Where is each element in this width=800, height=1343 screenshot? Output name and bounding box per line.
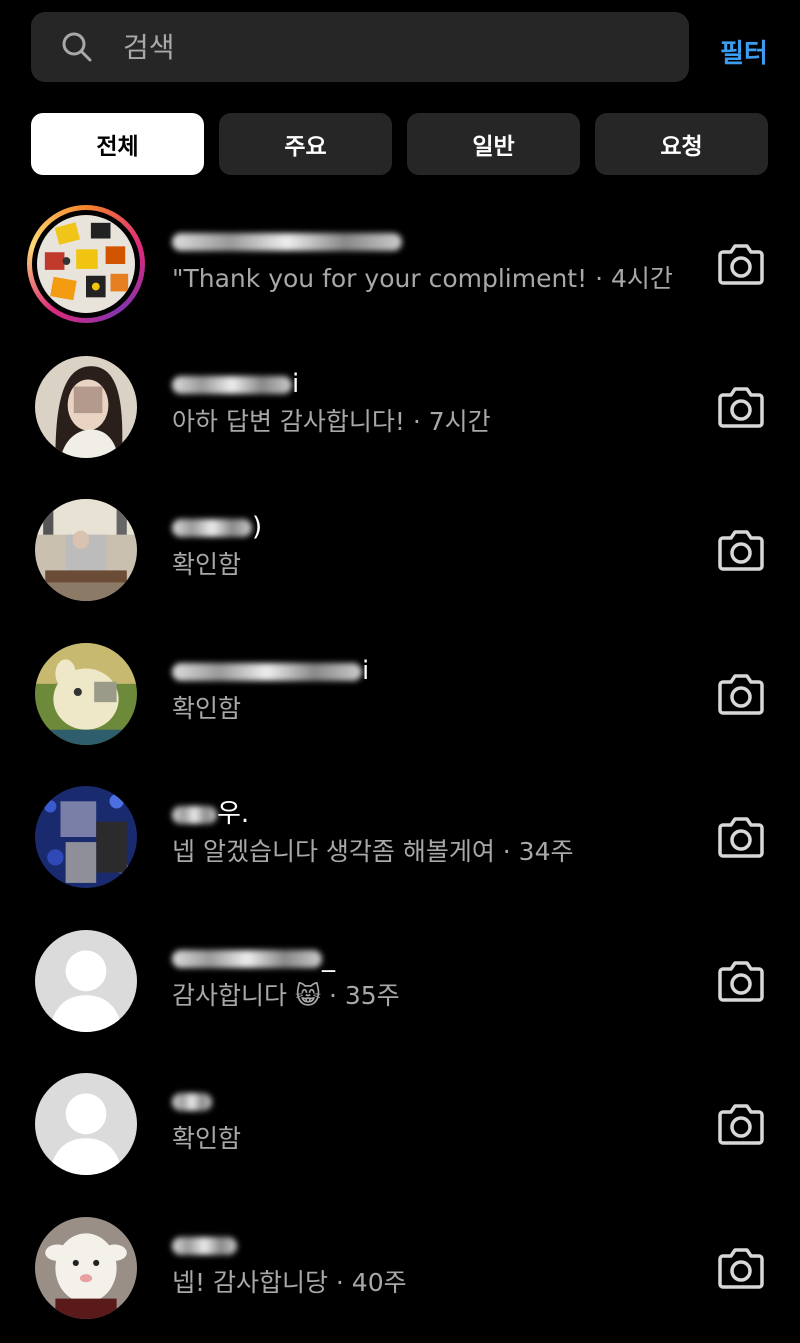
thread-preview: 확인함 [172, 550, 242, 579]
thread-name: 우. [172, 797, 249, 831]
thread-name [172, 1084, 212, 1118]
search-icon [62, 32, 92, 62]
camera-icon[interactable] [717, 242, 765, 286]
avatar[interactable] [35, 1217, 137, 1319]
thread-row[interactable]: i 아하 답변 감사합니다! · 7시간 [0, 339, 800, 482]
avatar[interactable] [35, 786, 137, 888]
camera-icon[interactable] [717, 959, 765, 1003]
thread-preview: 아하 답변 감사합니다! · 7시간 [172, 407, 491, 436]
thread-preview: 넵 알겠습니다 생각좀 해볼게여 · 34주 [172, 837, 574, 866]
camera-icon[interactable] [717, 1246, 765, 1290]
thread-row[interactable]: 넵! 감사합니당 · 40주 [0, 1200, 800, 1343]
camera-icon[interactable] [717, 1102, 765, 1146]
avatar-photo [35, 643, 137, 745]
tab-general[interactable]: 일반 [407, 113, 580, 175]
thread-name [172, 1228, 237, 1262]
avatar-photo [35, 1217, 137, 1319]
avatar-photo [35, 499, 137, 601]
avatar-photo [37, 215, 135, 313]
camera-icon[interactable] [717, 385, 765, 429]
tab-primary[interactable]: 주요 [219, 113, 392, 175]
thread-name [172, 224, 402, 258]
avatar[interactable] [35, 930, 137, 1032]
avatar[interactable] [35, 356, 137, 458]
search-input[interactable] [123, 12, 663, 82]
thread-name: i [172, 654, 369, 688]
thread-row[interactable]: 확인함 [0, 1056, 800, 1199]
filter-tabs: 전체 주요 일반 요청 [31, 113, 768, 175]
tab-requests[interactable]: 요청 [595, 113, 768, 175]
thread-preview: 확인함 [172, 1124, 242, 1153]
default-avatar-icon [35, 1073, 137, 1175]
thread-name: ) [172, 510, 262, 544]
camera-icon[interactable] [717, 528, 765, 572]
search-bar[interactable] [31, 12, 689, 82]
thread-name: i [172, 367, 299, 401]
camera-icon[interactable] [717, 815, 765, 859]
avatar[interactable] [35, 643, 137, 745]
thread-row[interactable]: 우. 넵 알겠습니다 생각좀 해볼게여 · 34주 [0, 769, 800, 912]
thread-row[interactable]: "Thank you for your compliment! · 4시간 [0, 196, 800, 339]
thread-row[interactable]: i 확인함 [0, 626, 800, 769]
avatar-photo [35, 786, 137, 888]
camera-icon[interactable] [717, 672, 765, 716]
thread-row[interactable]: ) 확인함 [0, 482, 800, 625]
thread-preview: 넵! 감사합니당 · 40주 [172, 1268, 407, 1297]
thread-preview: 확인함 [172, 694, 242, 723]
thread-row[interactable]: _ 감사합니다 😸 · 35주 [0, 913, 800, 1056]
tab-all[interactable]: 전체 [31, 113, 204, 175]
thread-preview: "Thank you for your compliment! · 4시간 [172, 264, 673, 293]
default-avatar-icon [35, 930, 137, 1032]
avatar[interactable] [35, 499, 137, 601]
thread-name: _ [172, 941, 335, 975]
thread-preview: 감사합니다 😸 · 35주 [172, 981, 400, 1010]
filter-button[interactable]: 필터 [720, 34, 768, 74]
avatar[interactable] [35, 1073, 137, 1175]
avatar-photo [35, 356, 137, 458]
avatar[interactable] [27, 205, 145, 323]
